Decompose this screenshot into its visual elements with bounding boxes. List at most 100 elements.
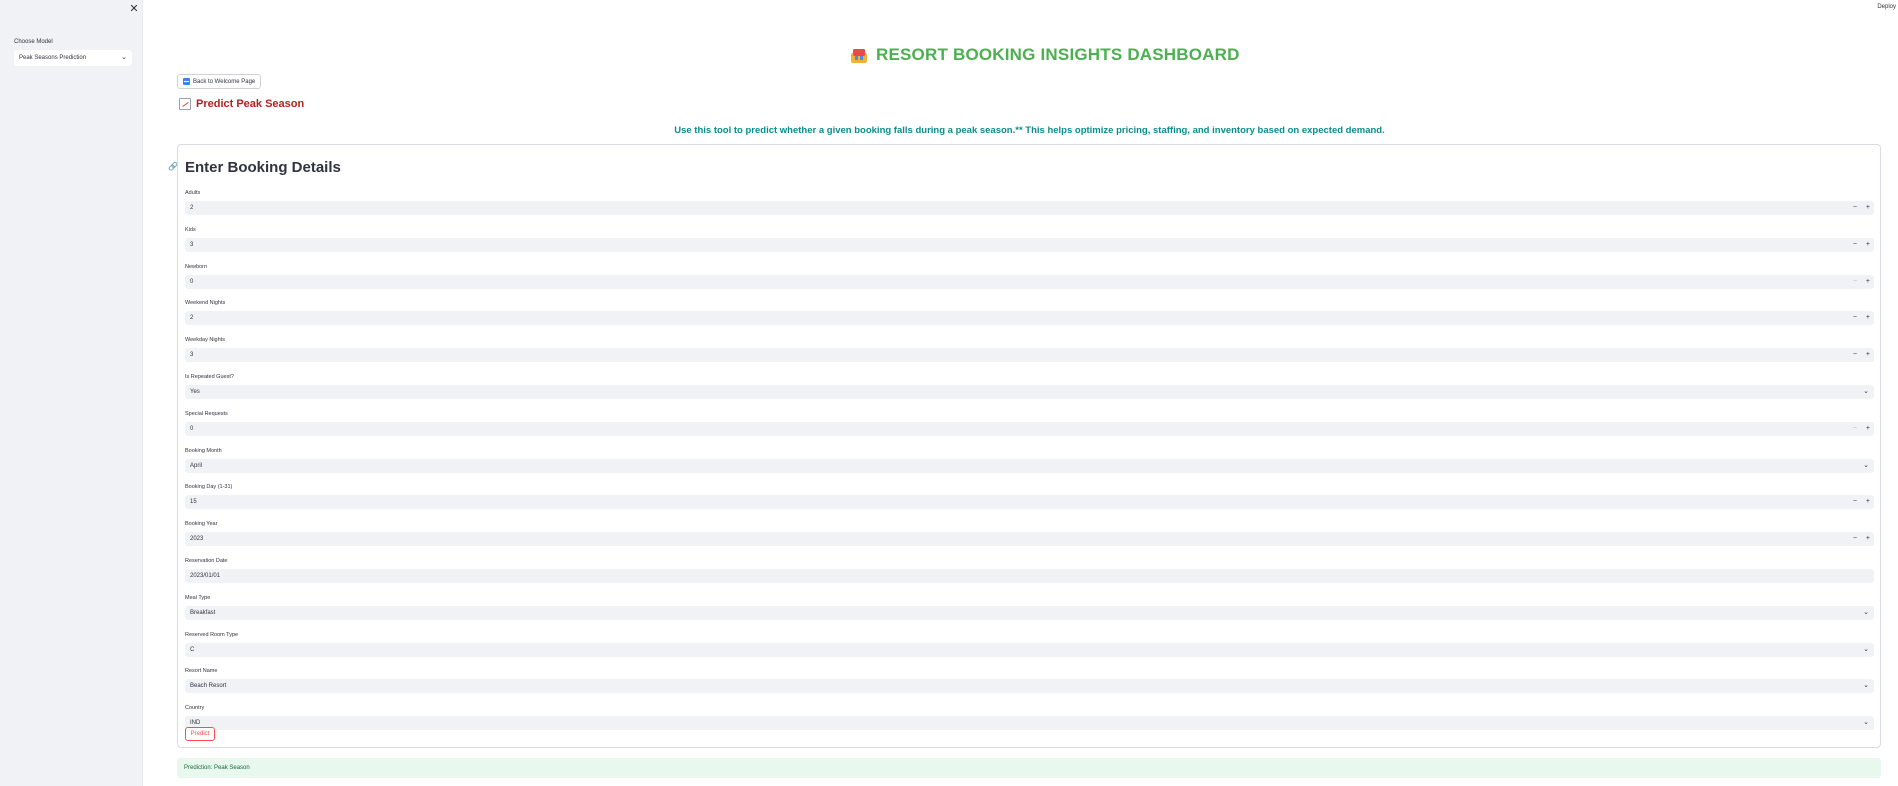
- kids-value: 3: [190, 241, 194, 248]
- field-adults: Adults 2 − +: [185, 189, 1874, 215]
- booking-day-1-31-input[interactable]: 15 − +: [185, 495, 1874, 510]
- field-weekend-nights: Weekend Nights 2 − +: [185, 299, 1874, 326]
- newborn-value: 0: [190, 278, 194, 285]
- model-select-value: Peak Seasons Prediction: [19, 55, 87, 61]
- reserved-room-type-select[interactable]: C ⌄: [185, 642, 1874, 657]
- field-is-repeated-guest: Is Repeated Guest? Yes ⌄: [185, 373, 1874, 399]
- chevron-down-icon: ⌄: [121, 54, 127, 61]
- booking-year-label: Booking Year: [185, 521, 218, 528]
- country-label: Country: [185, 705, 205, 712]
- adults-input[interactable]: 2 − +: [185, 201, 1874, 215]
- is-repeated-guest-select[interactable]: Yes ⌄: [185, 385, 1874, 399]
- booking-month-select[interactable]: April ⌄: [185, 458, 1874, 473]
- adults-value: 2: [190, 205, 194, 211]
- predict-button[interactable]: Predict: [185, 727, 215, 741]
- booking-form: Enter Booking Details Adults 2− + Kids 3− + Ne…: [177, 144, 1881, 748]
- chevron-down-icon: ⌄: [1863, 388, 1869, 395]
- weekday-nights-input[interactable]: 3 − +: [185, 348, 1874, 363]
- is-repeated-guest-label: Is Repeated Guest?: [185, 374, 234, 380]
- booking-day-1-31-value: 15: [190, 499, 197, 506]
- increment-icon[interactable]: +: [1866, 348, 1870, 362]
- decrement-icon[interactable]: −: [1853, 238, 1857, 252]
- page-title-text: RESORT BOOKING INSIGHTS DASHBOARD: [876, 45, 1240, 64]
- weekday-nights-value: 3: [190, 352, 194, 359]
- increment-icon[interactable]: +: [1866, 311, 1870, 325]
- chevron-down-icon: ⌄: [1863, 645, 1869, 653]
- increment-icon[interactable]: +: [1866, 238, 1870, 252]
- adults-label: Adults: [185, 190, 201, 196]
- field-newborn: Newborn 0 − +: [185, 263, 1874, 289]
- weekday-nights-label: Weekday Nights: [185, 337, 225, 344]
- meal-type-select[interactable]: Breakfast ⌄: [185, 605, 1874, 620]
- reserved-room-type-value: C: [190, 646, 195, 653]
- subheading-text: Predict Peak Season: [196, 98, 305, 110]
- page-title: RESORT BOOKING INSIGHTS DASHBOARD: [850, 43, 1240, 67]
- field-meal-type: Meal Type Breakfast ⌄: [185, 594, 1874, 620]
- increment-icon[interactable]: +: [1866, 422, 1870, 436]
- reserved-room-type-label: Reserved Room Type: [185, 631, 239, 638]
- field-booking-year: Booking Year 2023 − +: [185, 520, 1874, 547]
- booking-month-value: April: [190, 462, 203, 469]
- chevron-down-icon: ⌄: [1863, 461, 1869, 469]
- field-reserved-room-type: Reserved Room Type C ⌄: [185, 631, 1874, 657]
- newborn-label: Newborn: [185, 263, 208, 270]
- model-select[interactable]: Peak Seasons Prediction ⌄: [14, 50, 132, 66]
- meal-type-value: Breakfast: [190, 609, 216, 616]
- form-heading: Enter Booking Details: [185, 159, 341, 176]
- increment-icon[interactable]: +: [1866, 495, 1870, 509]
- chevron-down-icon: ⌄: [1863, 719, 1869, 727]
- decrement-icon[interactable]: −: [1853, 348, 1857, 362]
- chevron-down-icon: ⌄: [1863, 682, 1869, 690]
- increment-icon[interactable]: +: [1866, 201, 1870, 215]
- booking-month-label: Booking Month: [185, 447, 222, 454]
- newborn-input[interactable]: 0 − +: [185, 274, 1874, 289]
- kids-label: Kids: [185, 226, 196, 233]
- booking-year-input[interactable]: 2023 − +: [185, 532, 1874, 547]
- kids-input[interactable]: 3 − +: [185, 237, 1874, 252]
- reservation-date-input[interactable]: 2023/01/01: [185, 569, 1874, 583]
- is-repeated-guest-value: Yes: [190, 389, 200, 395]
- weekend-nights-value: 2: [190, 315, 194, 322]
- decrement-icon[interactable]: −: [1853, 311, 1857, 325]
- booking-year-value: 2023: [190, 536, 204, 543]
- field-booking-month: Booking Month April ⌄: [185, 447, 1874, 473]
- back-arrow-icon: [183, 78, 190, 85]
- decrement-icon[interactable]: −: [1853, 532, 1857, 546]
- back-button-label: Back to Welcome Page: [193, 78, 256, 85]
- decrement-icon[interactable]: −: [1853, 495, 1857, 509]
- field-reservation-date: Reservation Date 2023/01/01: [185, 557, 1874, 583]
- close-sidebar-icon[interactable]: ✕: [128, 3, 140, 15]
- special-requests-label: Special Requests: [185, 410, 228, 417]
- decrement-icon[interactable]: −: [1853, 201, 1857, 215]
- decrement-icon[interactable]: −: [1853, 422, 1857, 436]
- special-requests-input[interactable]: 0 − +: [185, 421, 1874, 436]
- chevron-down-icon: ⌄: [1863, 608, 1869, 616]
- increment-icon[interactable]: +: [1866, 275, 1870, 289]
- prediction-result: Prediction: Peak Season: [177, 758, 1881, 778]
- weekend-nights-input[interactable]: 2 − +: [185, 311, 1874, 326]
- resort-name-value: Beach Resort: [190, 683, 227, 690]
- country-value: IND: [190, 720, 201, 727]
- decrement-icon[interactable]: −: [1853, 275, 1857, 289]
- intro-text: Use this tool to predict whether a given…: [674, 125, 1385, 136]
- meal-type-label: Meal Type: [185, 594, 211, 601]
- deploy-button[interactable]: Deploy: [1877, 4, 1896, 10]
- resort-name-select[interactable]: Beach Resort ⌄: [185, 679, 1874, 694]
- special-requests-value: 0: [190, 425, 194, 432]
- increment-icon[interactable]: +: [1866, 532, 1870, 546]
- resort-logo-icon: [850, 47, 868, 63]
- field-resort-name: Resort Name Beach Resort ⌄: [185, 667, 1874, 694]
- field-country: Country IND ⌄: [185, 704, 1874, 731]
- country-select[interactable]: IND ⌄: [185, 716, 1874, 731]
- field-weekday-nights: Weekday Nights 3 − +: [185, 336, 1874, 363]
- weekend-nights-label: Weekend Nights: [185, 300, 226, 307]
- back-to-welcome-button[interactable]: Back to Welcome Page: [177, 74, 261, 89]
- field-special-requests: Special Requests 0 − +: [185, 410, 1874, 436]
- chart-trend-icon: [179, 98, 191, 110]
- reservation-date-label: Reservation Date: [185, 558, 228, 564]
- resort-name-label: Resort Name: [185, 668, 218, 675]
- sidebar: ✕ Choose Model Peak Seasons Prediction ⌄: [0, 0, 143, 786]
- booking-day-1-31-label: Booking Day (1-31): [185, 484, 233, 491]
- reservation-date-value: 2023/01/01: [190, 573, 221, 579]
- section-subheading: Predict Peak Season: [179, 98, 304, 110]
